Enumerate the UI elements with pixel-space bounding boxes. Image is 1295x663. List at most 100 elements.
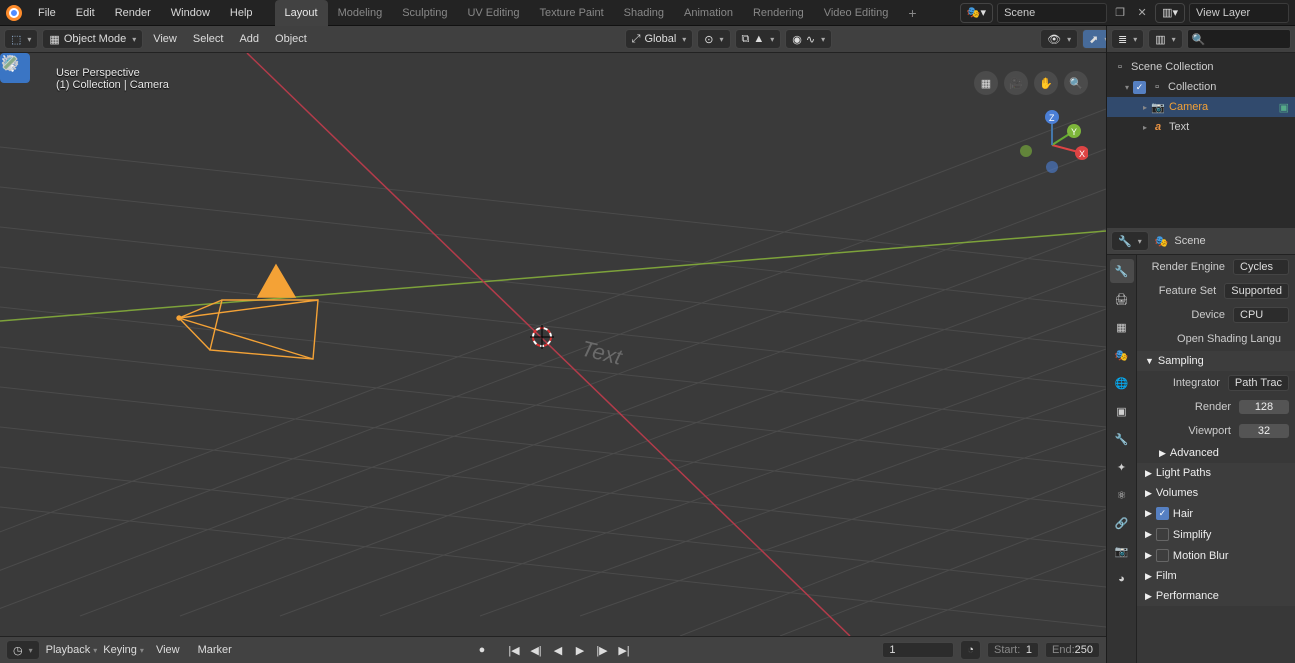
render-engine-dropdown[interactable]: Cycles <box>1233 259 1289 275</box>
header-menu-object[interactable]: Object <box>269 33 313 45</box>
panel-performance[interactable]: ▶Performance <box>1137 586 1295 606</box>
viewlayer-name-field[interactable]: View Layer <box>1189 3 1289 23</box>
orientation-dropdown[interactable]: ⤢Global <box>625 29 694 49</box>
panel-light-paths[interactable]: ▶Light Paths <box>1137 463 1295 483</box>
workspace-tab-sculpting[interactable]: Sculpting <box>392 0 457 26</box>
proportional-edit[interactable]: ◉∿ <box>785 29 832 49</box>
jump-start-icon[interactable]: |◀ <box>504 640 524 660</box>
timeline-editor-dropdown[interactable]: ◷ <box>6 640 40 660</box>
menu-file[interactable]: File <box>28 0 66 26</box>
panel-sampling[interactable]: ▼Sampling <box>1137 351 1295 371</box>
workspace-tab-shading[interactable]: Shading <box>614 0 674 26</box>
panel-motion-blur[interactable]: ▶Motion Blur <box>1137 545 1295 566</box>
timeline-menu-playback[interactable]: Playback <box>46 644 98 656</box>
ptab-viewlayer[interactable]: ▦ <box>1110 315 1134 339</box>
editor-type-dropdown[interactable]: ⬚ <box>4 29 38 49</box>
integrator-dropdown[interactable]: Path Trac <box>1228 375 1289 391</box>
ptab-render[interactable]: 🔧 <box>1110 259 1134 283</box>
panel-simplify[interactable]: ▶Simplify <box>1137 524 1295 545</box>
ptab-constraint[interactable]: 🔗 <box>1110 511 1134 535</box>
panel-film[interactable]: ▶Film <box>1137 566 1295 586</box>
render-samples-field[interactable]: 128 <box>1239 400 1289 414</box>
ptab-scene[interactable]: 🎭 <box>1110 343 1134 367</box>
outliner-search-input[interactable]: 🔍 <box>1187 29 1291 49</box>
play-icon[interactable]: ▶ <box>570 640 590 660</box>
jump-end-icon[interactable]: ▶| <box>614 640 634 660</box>
outliner-scene-collection[interactable]: ▫Scene Collection <box>1107 57 1295 77</box>
nav-zoom-icon[interactable]: 🔍 <box>1064 71 1088 95</box>
ptab-data[interactable]: 📷 <box>1110 539 1134 563</box>
simplify-checkbox[interactable] <box>1156 528 1169 541</box>
workspace-tab-video[interactable]: Video Editing <box>814 0 899 26</box>
tool-rotate[interactable] <box>0 159 30 189</box>
ptab-particle[interactable]: ✦ <box>1110 455 1134 479</box>
timeline-menu-keying[interactable]: Keying <box>103 644 144 656</box>
workspace-tab-layout[interactable]: Layout <box>275 0 328 26</box>
snap-toggle[interactable]: ⧉▲ <box>735 29 782 49</box>
hair-checkbox[interactable] <box>1156 507 1169 520</box>
ptab-modifier[interactable]: 🔧 <box>1110 427 1134 451</box>
properties-editor-dropdown[interactable]: 🔧 <box>1111 231 1149 251</box>
camera-restrict-icon[interactable]: ▣ <box>1279 101 1289 114</box>
start-frame-field[interactable]: Start:1 <box>987 642 1039 658</box>
ptab-material[interactable]: ◕ <box>1110 567 1134 591</box>
header-menu-add[interactable]: Add <box>233 33 265 45</box>
outliner-editor-dropdown[interactable]: ≣ <box>1111 29 1144 49</box>
collection-checkbox[interactable] <box>1133 81 1146 94</box>
scene-new-icon[interactable]: ❐ <box>1111 4 1129 22</box>
panel-volumes[interactable]: ▶Volumes <box>1137 483 1295 503</box>
nav-pan-icon[interactable]: ✋ <box>1034 71 1058 95</box>
tool-transform[interactable] <box>0 219 30 249</box>
scene-browse-icon[interactable]: 🎭▾ <box>960 3 993 23</box>
workspace-tab-rendering[interactable]: Rendering <box>743 0 814 26</box>
nav-cameraview-icon[interactable]: 🎥 <box>1004 71 1028 95</box>
viewport-samples-field[interactable]: 32 <box>1239 424 1289 438</box>
current-frame-field[interactable]: 1 <box>882 642 954 658</box>
header-menu-view[interactable]: View <box>147 33 183 45</box>
ptab-object[interactable]: ▣ <box>1110 399 1134 423</box>
timeline-menu-view[interactable]: View <box>150 644 186 656</box>
feature-set-dropdown[interactable]: Supported <box>1224 283 1289 299</box>
orientation-gizmo[interactable]: X Y Z <box>1016 109 1088 181</box>
menu-window[interactable]: Window <box>161 0 220 26</box>
play-reverse-icon[interactable]: ◀ <box>548 640 568 660</box>
scene-delete-icon[interactable]: ✕ <box>1133 4 1151 22</box>
timeline-menu-marker[interactable]: Marker <box>192 644 238 656</box>
motionblur-checkbox[interactable] <box>1156 549 1169 562</box>
outliner-collection[interactable]: ▾▫Collection <box>1107 77 1295 97</box>
viewlayer-browse-icon[interactable]: ▥▾ <box>1155 3 1185 23</box>
frame-clock-icon[interactable]: ◔ <box>960 640 981 660</box>
keyframe-next-icon[interactable]: |▶ <box>592 640 612 660</box>
mode-dropdown[interactable]: ▦Object Mode <box>42 29 143 49</box>
ptab-output[interactable]: 🖨 <box>1110 287 1134 311</box>
header-menu-select[interactable]: Select <box>187 33 230 45</box>
tool-move[interactable] <box>0 129 30 159</box>
nav-camera-icon[interactable]: ▦ <box>974 71 998 95</box>
menu-edit[interactable]: Edit <box>66 0 105 26</box>
tool-measure[interactable] <box>0 295 30 325</box>
workspace-tab-add[interactable]: + <box>898 0 926 26</box>
ptab-physics[interactable]: ⚛ <box>1110 483 1134 507</box>
keyframe-prev-icon[interactable]: ◀| <box>526 640 546 660</box>
menu-help[interactable]: Help <box>220 0 263 26</box>
3d-viewport[interactable]: Text User Perspective (1) Collection | C… <box>0 53 1106 636</box>
workspace-tab-uv[interactable]: UV Editing <box>457 0 529 26</box>
menu-render[interactable]: Render <box>105 0 161 26</box>
panel-advanced[interactable]: ▶Advanced <box>1137 443 1295 463</box>
workspace-tab-modeling[interactable]: Modeling <box>328 0 393 26</box>
end-frame-field[interactable]: End:250 <box>1045 642 1100 658</box>
scene-name-field[interactable]: Scene <box>997 3 1107 23</box>
workspace-tab-animation[interactable]: Animation <box>674 0 743 26</box>
panel-hair[interactable]: ▶Hair <box>1137 503 1295 524</box>
outliner-display-dropdown[interactable]: ▥ <box>1148 29 1182 49</box>
device-dropdown[interactable]: CPU <box>1233 307 1289 323</box>
tool-scale[interactable] <box>0 189 30 219</box>
workspace-tab-texture[interactable]: Texture Paint <box>529 0 613 26</box>
ptab-world[interactable]: 🌐 <box>1110 371 1134 395</box>
visibility-dropdown[interactable]: 👁 <box>1040 29 1078 49</box>
pivot-dropdown[interactable]: ⊙ <box>697 29 730 49</box>
outliner-item-text[interactable]: ▸aText <box>1107 117 1295 137</box>
tool-cursor[interactable] <box>0 83 30 113</box>
autokey-toggle[interactable]: ● <box>472 640 492 660</box>
tool-annotate[interactable] <box>0 265 30 295</box>
